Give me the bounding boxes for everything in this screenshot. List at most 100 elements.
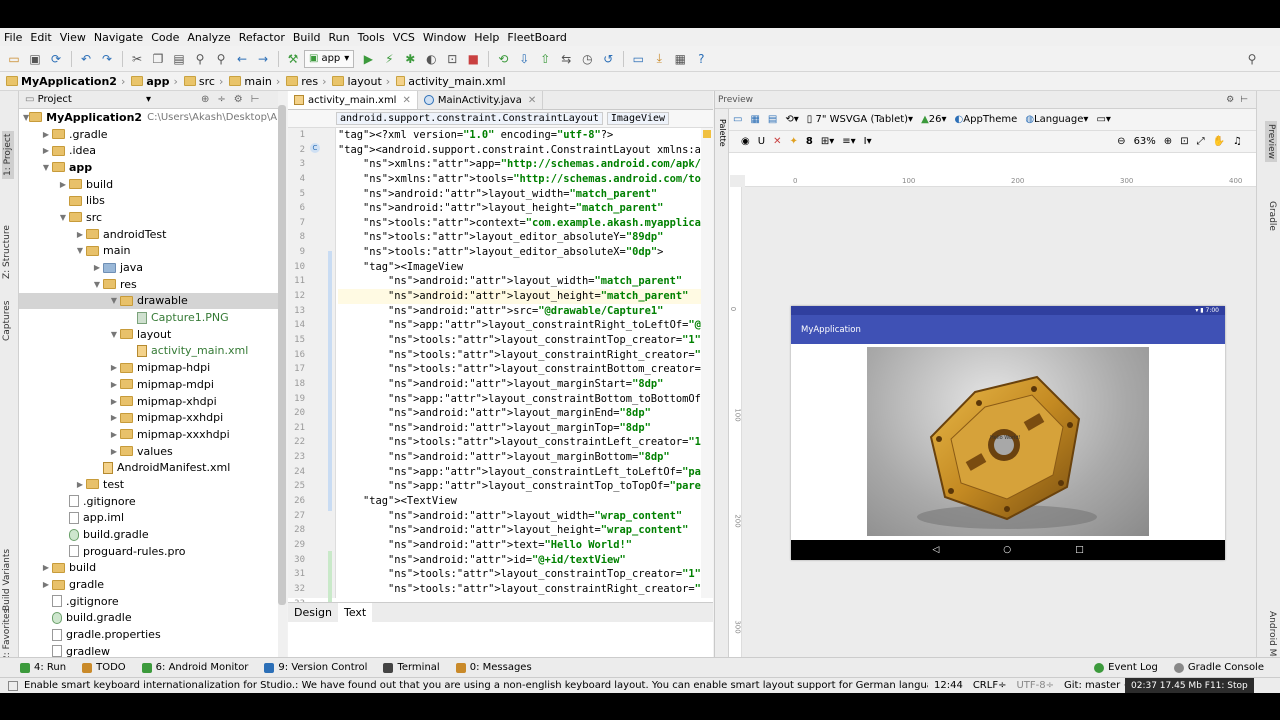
class-marker-icon[interactable]: C (310, 143, 320, 153)
sync-icon[interactable]: ⟳ (46, 49, 66, 69)
language-select[interactable]: ◍ Language ▾ (1025, 114, 1088, 125)
align-icon[interactable]: ≡▾ (842, 136, 855, 147)
vcs-history-icon[interactable]: ◷ (577, 49, 597, 69)
tab-text[interactable]: Text (337, 602, 373, 623)
tree-item[interactable]: app.iml (19, 510, 286, 527)
pan-hand-icon[interactable]: ✋ (1213, 136, 1225, 147)
undo-icon[interactable]: ↶ (76, 49, 96, 69)
guidelines-icon[interactable]: I▾ (864, 136, 872, 147)
chevron-right-icon[interactable]: ▶ (57, 180, 69, 189)
editor-tab[interactable]: activity_main.xml ✕ (288, 91, 418, 109)
design-mode-icon[interactable]: ▭ (733, 114, 742, 125)
tool-tab-captures[interactable]: Captures (2, 301, 12, 341)
chevron-right-icon[interactable]: ▶ (108, 413, 120, 422)
menu-tools[interactable]: Tools (358, 31, 385, 44)
breadcrumb-item[interactable]: res › (286, 75, 328, 88)
make-project-icon[interactable]: ⚒ (283, 49, 303, 69)
settings-gear-icon[interactable]: ⚙ (1226, 95, 1234, 105)
menu-help[interactable]: Help (474, 31, 499, 44)
tree-item[interactable]: build.gradle (19, 610, 286, 627)
scrollbar-thumb[interactable] (278, 105, 286, 605)
chevron-down-icon[interactable]: ▼ (91, 280, 103, 289)
menu-window[interactable]: Window (423, 31, 466, 44)
tree-item[interactable]: Capture1.PNG (19, 309, 286, 326)
avd-manager-icon[interactable]: ▭ (628, 49, 648, 69)
tool-window-todo[interactable]: TODO (82, 662, 126, 673)
find-icon[interactable]: ⚲ (190, 49, 210, 69)
breadcrumb-item[interactable]: MyApplication2 › (6, 75, 127, 88)
chevron-down-icon[interactable]: ▼ (108, 296, 120, 305)
close-icon[interactable]: ✕ (528, 95, 536, 106)
breadcrumb-item[interactable]: activity_main.xml (396, 75, 506, 88)
replace-icon[interactable]: ⚲ (211, 49, 231, 69)
tree-item[interactable]: activity_main.xml (19, 343, 286, 360)
tree-item[interactable]: ▶ mipmap-xhdpi (19, 393, 286, 410)
search-everywhere-icon[interactable]: ⚲ (1242, 49, 1262, 69)
tree-item[interactable]: ▶ build (19, 560, 286, 577)
vcs-commit-icon[interactable]: ⇧ (535, 49, 555, 69)
help-icon[interactable]: ? (691, 49, 711, 69)
tree-item[interactable]: ▶ androidTest (19, 226, 286, 243)
clear-constraints-icon[interactable]: ✕ (773, 136, 781, 147)
gradle-sync-icon[interactable]: ⟲ (493, 49, 513, 69)
tool-window-run[interactable]: 4: Run (20, 662, 66, 673)
xml-breadcrumb-item[interactable]: android.support.constraint.ConstraintLay… (336, 112, 603, 125)
both-mode-icon[interactable]: ▤ (768, 114, 777, 125)
tree-item[interactable]: ▶ mipmap-xxxhdpi (19, 426, 286, 443)
chevron-right-icon[interactable]: ▶ (40, 130, 52, 139)
tool-window-terminal[interactable]: Terminal (383, 662, 440, 673)
menu-navigate[interactable]: Navigate (94, 31, 143, 44)
show-constraints-icon[interactable]: ◉ (741, 136, 750, 147)
tree-item[interactable]: ▶ .idea (19, 142, 286, 159)
forward-icon[interactable]: → (253, 49, 273, 69)
tree-item[interactable]: ▼ res (19, 276, 286, 293)
chevron-right-icon[interactable]: ▶ (74, 480, 86, 489)
paste-icon[interactable]: ▤ (169, 49, 189, 69)
settings-gear-icon[interactable]: ⚙ (234, 94, 243, 105)
revert-icon[interactable]: ↺ (598, 49, 618, 69)
breadcrumb-item[interactable]: src › (183, 75, 225, 88)
tree-item[interactable]: .gitignore (19, 493, 286, 510)
close-icon[interactable]: ✕ (402, 95, 410, 106)
sync-scroll-icon[interactable]: ⊕ (201, 94, 209, 105)
tree-item[interactable]: ▶ mipmap-mdpi (19, 376, 286, 393)
file-encoding[interactable]: UTF-8÷ (1016, 680, 1054, 691)
tree-item[interactable]: ▶ values (19, 443, 286, 460)
menu-file[interactable]: File (4, 31, 22, 44)
stop-icon[interactable]: ■ (463, 49, 483, 69)
status-message[interactable]: Enable smart keyboard internationalizati… (24, 680, 928, 691)
infer-constraints-icon[interactable]: ✦ (789, 136, 797, 147)
menu-refactor[interactable]: Refactor (239, 31, 285, 44)
zoom-fit-icon[interactable]: ⊡ (1180, 136, 1188, 147)
tool-window-right[interactable]: Event Log (1094, 662, 1158, 673)
tree-item[interactable]: ▼ main (19, 243, 286, 260)
cut-icon[interactable]: ✂ (127, 49, 147, 69)
chevron-right-icon[interactable]: ▶ (74, 230, 86, 239)
attach-debugger-icon[interactable]: ⊡ (442, 49, 462, 69)
tool-tab-preview[interactable]: Preview (1265, 121, 1277, 163)
tree-item[interactable]: build.gradle (19, 526, 286, 543)
tree-item[interactable]: .gitignore (19, 593, 286, 610)
tool-window-right[interactable]: Gradle Console (1173, 662, 1264, 673)
tool-window-messages[interactable]: 0: Messages (455, 662, 532, 673)
run-icon[interactable]: ▶ (358, 49, 378, 69)
tree-item[interactable]: ▼ src (19, 209, 286, 226)
design-canvas[interactable]: 0 100 200 300 400 0 100 200 300 ▾ ▮ 7:00 MyAppl… (729, 175, 1256, 657)
tree-item[interactable]: proguard-rules.pro (19, 543, 286, 560)
tab-design[interactable]: Design (288, 603, 338, 623)
back-icon[interactable]: ← (232, 49, 252, 69)
chevron-right-icon[interactable]: ▶ (108, 380, 120, 389)
menu-edit[interactable]: Edit (30, 31, 51, 44)
theme-select[interactable]: ◐ AppTheme (955, 114, 1018, 125)
open-folder-icon[interactable]: ▭ (4, 49, 24, 69)
tree-item[interactable]: ▼ app (19, 159, 286, 176)
menu-view[interactable]: View (60, 31, 86, 44)
code-area[interactable]: "tag"><?xml version="1.0" encoding="utf-… (338, 128, 713, 598)
breadcrumb-item[interactable]: main › (229, 75, 282, 88)
tree-item[interactable]: ▶ .gradle (19, 126, 286, 143)
chevron-down-icon[interactable]: ▼ (57, 213, 69, 222)
zoom-actual-icon[interactable]: ⤢ (1197, 136, 1205, 147)
hide-panel-icon[interactable]: ⊢ (251, 94, 260, 105)
menu-analyze[interactable]: Analyze (187, 31, 230, 44)
layout-variants-icon[interactable]: ▭▾ (1096, 114, 1110, 125)
